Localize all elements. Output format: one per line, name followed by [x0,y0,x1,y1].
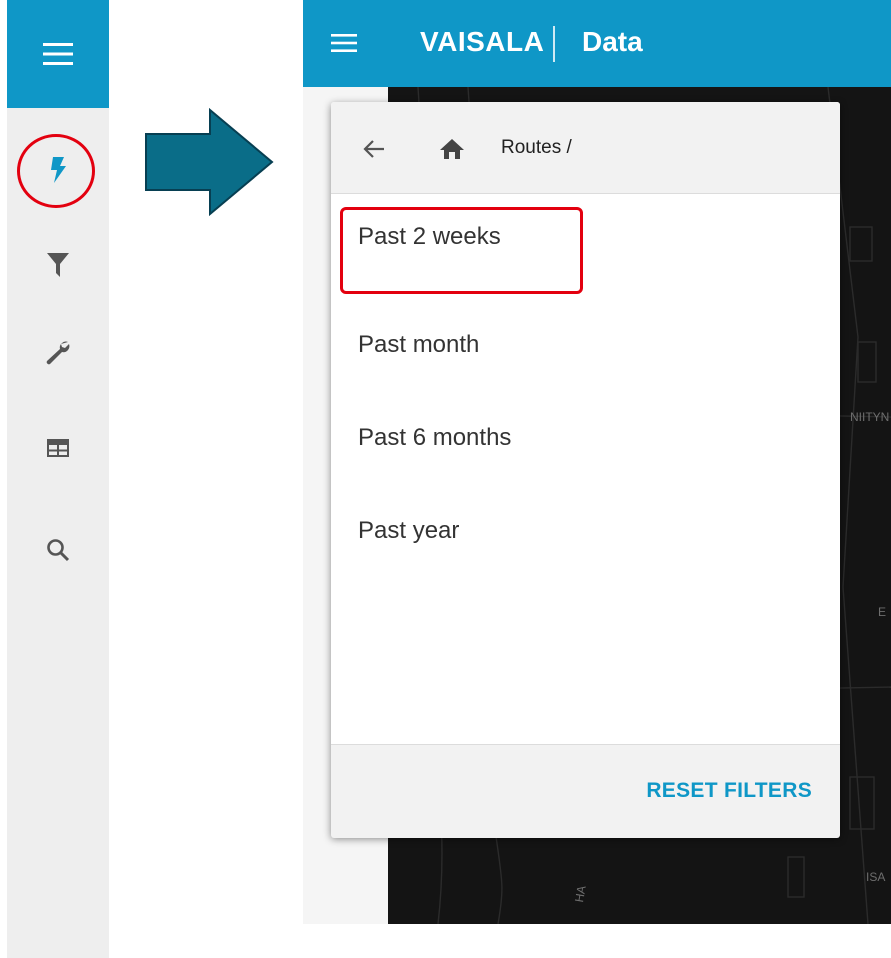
sidebar-item-filter[interactable] [38,245,78,285]
app-title: Data [582,26,643,57]
breadcrumb[interactable]: Routes / [501,135,572,161]
header-divider [553,26,555,62]
wrench-icon [46,341,70,365]
brand-logo[interactable]: VAISALA [420,22,544,62]
home-button[interactable] [437,134,467,164]
filter-option-past-month[interactable]: Past month [331,298,840,391]
map-label: NIITYN [850,410,890,424]
filter-option-past-6-months[interactable]: Past 6 months [331,391,840,484]
map-label: HA [571,884,589,904]
arrow-left-icon [363,140,384,158]
filter-icon [47,253,69,277]
app-window: VAISALA Data NIITYN E ISA HA Routes / Pa… [303,0,891,924]
highlight-box [340,207,583,294]
map-label: ISA [866,870,886,884]
left-sidebar [7,0,109,958]
hamburger-icon [43,43,73,65]
sidebar-item-tools[interactable] [38,333,78,373]
highlight-circle [17,134,95,208]
home-icon [440,139,464,159]
sidebar-item-search[interactable] [38,530,78,570]
map-label: E [878,605,887,619]
filter-panel: Routes / Past 2 weeks Past month Past 6 … [331,102,840,838]
app-header: VAISALA Data [303,0,891,87]
menu-button[interactable] [7,0,109,108]
sidebar-item-table[interactable] [38,428,78,468]
filter-option-past-year[interactable]: Past year [331,484,840,577]
search-icon [47,539,70,562]
hamburger-icon[interactable] [329,30,359,56]
arrow-right-icon [145,108,274,216]
table-icon [47,439,69,457]
back-button[interactable] [359,134,389,164]
reset-filters-button[interactable]: RESET FILTERS [646,779,812,803]
panel-header: Routes / [331,102,840,194]
panel-footer: RESET FILTERS [331,744,840,838]
